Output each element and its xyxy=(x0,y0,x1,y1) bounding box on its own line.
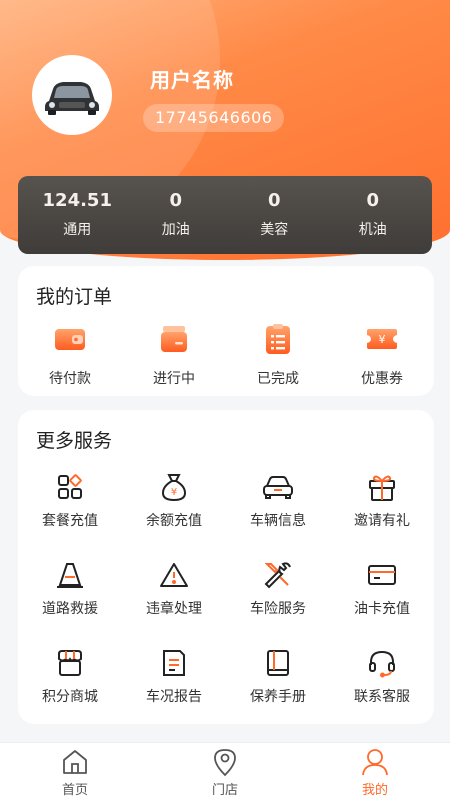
headset-icon xyxy=(330,646,434,680)
balance-oil[interactable]: 0 机油 xyxy=(328,176,418,254)
service-label: 油卡充值 xyxy=(354,601,410,617)
order-label: 待付款 xyxy=(49,371,91,387)
balance-value: 0 xyxy=(169,190,183,211)
order-label: 已完成 xyxy=(257,371,299,387)
balance-label: 美容 xyxy=(260,222,289,238)
balance-card: 124.51 通用 0 加油 0 美容 0 机油 xyxy=(18,176,432,254)
location-icon xyxy=(170,747,280,777)
svg-text:¥: ¥ xyxy=(379,333,386,346)
balance-value: 0 xyxy=(366,190,380,211)
services-grid: 套餐充值 ¥ 余额充值 车辆信息 邀请有礼 道路救援 违章处理 车险服务 油卡充… xyxy=(18,470,434,734)
balance-beauty[interactable]: 0 美容 xyxy=(229,176,319,254)
bottom-tab-bar: 首页 门店 我的 xyxy=(0,742,450,800)
service-label: 车险服务 xyxy=(250,601,306,617)
grid-icon xyxy=(18,470,122,504)
service-vehicle-info[interactable]: 车辆信息 xyxy=(226,470,330,558)
gift-icon xyxy=(330,470,434,504)
money-bag-icon: ¥ xyxy=(122,470,226,504)
tab-mine[interactable]: 我的 xyxy=(320,743,430,800)
order-pending-payment[interactable]: 待付款 xyxy=(18,322,122,388)
balance-fuel[interactable]: 0 加油 xyxy=(131,176,221,254)
service-label: 车况报告 xyxy=(146,689,202,705)
service-invite-gift[interactable]: 邀请有礼 xyxy=(330,470,434,558)
orders-title: 我的订单 xyxy=(36,286,113,308)
book-icon xyxy=(226,646,330,680)
order-label: 优惠券 xyxy=(361,371,403,387)
card-icon xyxy=(330,558,434,592)
tab-label: 门店 xyxy=(211,783,238,798)
username: 用户名称 xyxy=(150,68,234,92)
balance-label: 加油 xyxy=(161,222,190,238)
service-condition-report[interactable]: 车况报告 xyxy=(122,646,226,734)
service-label: 联系客服 xyxy=(354,689,410,705)
tab-label: 首页 xyxy=(61,783,88,798)
service-points-mall[interactable]: 积分商城 xyxy=(18,646,122,734)
wrench-icon xyxy=(226,558,330,592)
services-card: 更多服务 套餐充值 ¥ 余额充值 车辆信息 邀请有礼 道路救援 违章处理 车险服… xyxy=(18,410,434,724)
service-label: 邀请有礼 xyxy=(354,513,410,529)
service-violation[interactable]: 违章处理 xyxy=(122,558,226,646)
service-road-rescue[interactable]: 道路救援 xyxy=(18,558,122,646)
car-avatar-icon xyxy=(45,82,99,115)
clipboard-icon xyxy=(226,322,330,356)
service-balance-recharge[interactable]: ¥ 余额充值 xyxy=(122,470,226,558)
service-package-recharge[interactable]: 套餐充值 xyxy=(18,470,122,558)
box-icon xyxy=(122,322,226,356)
orders-card: 我的订单 待付款 进行中 已完成 ¥ 优惠券 xyxy=(18,266,434,396)
tab-label: 我的 xyxy=(361,783,388,798)
orders-grid: 待付款 进行中 已完成 ¥ 优惠券 xyxy=(18,322,434,388)
coupon-icon: ¥ xyxy=(330,322,434,356)
warning-icon xyxy=(122,558,226,592)
balance-general[interactable]: 124.51 通用 xyxy=(32,176,122,254)
service-label: 保养手册 xyxy=(250,689,306,705)
user-icon xyxy=(320,747,430,777)
wallet-icon xyxy=(18,322,122,356)
avatar[interactable] xyxy=(32,55,112,135)
service-label: 道路救援 xyxy=(42,601,98,617)
service-label: 违章处理 xyxy=(146,601,202,617)
balance-label: 机油 xyxy=(358,222,387,238)
service-label: 积分商城 xyxy=(42,689,98,705)
traffic-cone-icon xyxy=(18,558,122,592)
tab-store[interactable]: 门店 xyxy=(170,743,280,800)
order-completed[interactable]: 已完成 xyxy=(226,322,330,388)
service-insurance[interactable]: 车险服务 xyxy=(226,558,330,646)
order-label: 进行中 xyxy=(153,371,195,387)
home-icon xyxy=(20,747,130,777)
tab-home[interactable]: 首页 xyxy=(20,743,130,800)
service-customer-support[interactable]: 联系客服 xyxy=(330,646,434,734)
service-maintenance-manual[interactable]: 保养手册 xyxy=(226,646,330,734)
balance-label: 通用 xyxy=(63,222,92,238)
order-coupons[interactable]: ¥ 优惠券 xyxy=(330,322,434,388)
phone-number: 17745646606 xyxy=(143,104,285,132)
service-label: 套餐充值 xyxy=(42,513,98,529)
shop-icon xyxy=(18,646,122,680)
service-label: 余额充值 xyxy=(146,513,202,529)
order-in-progress[interactable]: 进行中 xyxy=(122,322,226,388)
service-label: 车辆信息 xyxy=(250,513,306,529)
car-icon xyxy=(226,470,330,504)
service-fuel-card[interactable]: 油卡充值 xyxy=(330,558,434,646)
report-icon xyxy=(122,646,226,680)
svg-text:¥: ¥ xyxy=(171,487,177,498)
balance-value: 0 xyxy=(267,190,281,211)
balance-value: 124.51 xyxy=(42,190,112,211)
services-title: 更多服务 xyxy=(36,430,113,452)
